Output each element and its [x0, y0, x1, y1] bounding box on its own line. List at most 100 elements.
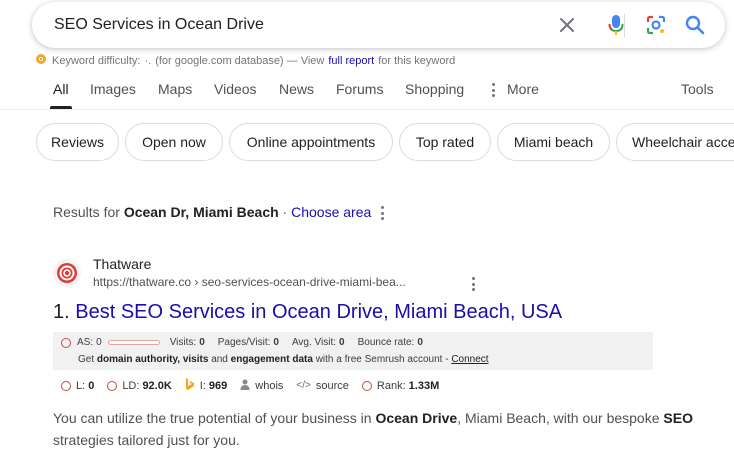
- whois-label: whois: [255, 379, 284, 392]
- cta-bold-1: domain authority, visits: [96, 354, 209, 365]
- semrush-ring-icon: [61, 337, 71, 348]
- bounce-rate-value: 0: [417, 337, 423, 348]
- connect-link[interactable]: Connect: [451, 354, 488, 365]
- chip-label: Miami beach: [513, 134, 594, 150]
- keyword-difficulty-line: Keyword difficulty: ·. (for google.com d…: [34, 52, 455, 69]
- keyword-difficulty-suffix: for this keyword: [378, 54, 456, 67]
- results-for-menu-icon[interactable]: [380, 206, 384, 220]
- results-for-line: Results for Ocean Dr, Miami Beach · Choo…: [53, 204, 371, 220]
- tab-forums[interactable]: Forums: [336, 81, 383, 97]
- result-title-link[interactable]: 1. Best SEO Services in Ocean Drive, Mia…: [53, 301, 562, 324]
- source-link[interactable]: </> source: [296, 380, 349, 392]
- result-site-name[interactable]: Thatware: [93, 256, 151, 272]
- semrush-panel: AS: 0 Visits: 0 Pages/Visit: 0 Avg. Visi…: [53, 332, 653, 370]
- result-number: 1.: [53, 301, 70, 323]
- whois-link[interactable]: whois: [240, 379, 283, 393]
- chip-label: Wheelchair acce: [632, 134, 734, 150]
- result-url[interactable]: https://thatware.co › seo-services-ocean…: [93, 275, 406, 289]
- full-report-link[interactable]: full report: [328, 55, 374, 67]
- metric-i[interactable]: I: 969: [185, 378, 227, 393]
- semrush-gear-icon: [34, 52, 48, 69]
- chip-label: Top rated: [415, 134, 475, 150]
- rank-ring-icon: [361, 380, 372, 391]
- chip-label: Reviews: [51, 134, 104, 150]
- avg-visit-value: 0: [339, 337, 345, 348]
- snippet-text-3: strategies tailored just for you.: [53, 432, 240, 448]
- tab-tools[interactable]: Tools: [681, 81, 714, 97]
- person-icon: [240, 379, 250, 393]
- results-for-separator: ·: [282, 204, 288, 220]
- as-label: AS:: [77, 337, 94, 348]
- tab-more[interactable]: More: [507, 81, 539, 97]
- camera-lens-icon[interactable]: [644, 13, 668, 37]
- metric-rank-label: Rank:: [376, 379, 406, 392]
- search-bar[interactable]: SEO Services in Ocean Drive: [32, 2, 725, 48]
- chip-open-now[interactable]: Open now: [125, 123, 223, 161]
- metric-l[interactable]: L: 0: [53, 380, 94, 392]
- bounce-rate-label: Bounce rate:: [357, 337, 415, 348]
- results-for-prefix: Results for: [53, 204, 120, 220]
- avg-visit-label: Avg. Visit:: [291, 337, 337, 348]
- chip-reviews[interactable]: Reviews: [36, 123, 119, 161]
- as-value: 0: [96, 337, 102, 348]
- pages-visit-label: Pages/Visit:: [217, 337, 271, 348]
- metric-l-label: L:: [76, 379, 86, 392]
- visits-value: 0: [199, 337, 205, 348]
- seo-metrics-row: L: 0 LD: 92.0K I: 969 whois </> source R…: [53, 378, 452, 393]
- result-title[interactable]: Best SEO Services in Ocean Drive, Miami …: [75, 301, 562, 323]
- metric-i-label: I:: [199, 379, 206, 392]
- choose-area-link[interactable]: Choose area: [291, 204, 371, 220]
- tab-images[interactable]: Images: [90, 81, 136, 97]
- snippet-bold-2: SEO: [663, 410, 693, 426]
- metric-rank-value: 1.33M: [408, 379, 440, 392]
- cta-get: Get: [78, 354, 95, 365]
- semrush-stats-row: AS: 0 Visits: 0 Pages/Visit: 0 Avg. Visi…: [61, 337, 423, 348]
- metric-l-value: 0: [88, 379, 95, 392]
- chip-online-appointments[interactable]: Online appointments: [229, 123, 393, 161]
- metric-rank[interactable]: Rank: 1.33M: [361, 379, 440, 392]
- bing-icon: [185, 378, 195, 393]
- metric-i-value: 969: [208, 379, 228, 392]
- result-snippet: You can utilize the true potential of yo…: [53, 407, 693, 451]
- metric-ld-value: 92.0K: [142, 379, 172, 392]
- tab-shopping[interactable]: Shopping: [405, 81, 464, 97]
- code-icon: </>: [296, 380, 311, 391]
- keyword-difficulty-label: Keyword difficulty:: [52, 54, 141, 67]
- semrush-cta: Get domain authority, visits and engagem…: [78, 354, 489, 365]
- snippet-bold-1: Ocean Drive: [375, 410, 458, 426]
- result-menu-icon[interactable]: [471, 277, 475, 291]
- links-ring-icon: [61, 380, 71, 391]
- source-label: source: [315, 379, 349, 392]
- tab-news[interactable]: News: [279, 81, 314, 97]
- site-favicon[interactable]: [53, 259, 81, 287]
- more-kebab-icon[interactable]: [491, 83, 495, 97]
- ld-ring-icon: [107, 380, 118, 391]
- keyword-difficulty-database: (for google.com database) — View: [155, 54, 325, 67]
- pages-visit-value: 0: [273, 337, 279, 348]
- visits-label: Visits:: [169, 337, 197, 348]
- results-for-location: Ocean Dr, Miami Beach: [123, 204, 279, 220]
- keyword-difficulty-value: ·.: [144, 54, 152, 67]
- tab-videos[interactable]: Videos: [214, 81, 257, 97]
- snippet-text-1: You can utilize the true potential of yo…: [53, 410, 372, 426]
- cta-rest: with a free Semrush account -: [315, 354, 449, 365]
- tab-all[interactable]: All: [53, 81, 69, 97]
- search-input[interactable]: SEO Services in Ocean Drive: [54, 16, 264, 34]
- chip-label: Open now: [142, 134, 206, 150]
- metric-ld-label: LD:: [122, 379, 140, 392]
- snippet-text-2: , Miami Beach, with our bespoke: [457, 410, 660, 426]
- cta-bold-2: engagement data: [230, 354, 313, 365]
- search-icon[interactable]: [683, 13, 707, 37]
- chip-top-rated[interactable]: Top rated: [399, 123, 491, 161]
- active-tab-indicator: [50, 106, 72, 109]
- chip-label: Online appointments: [246, 134, 376, 150]
- chip-miami-beach[interactable]: Miami beach: [497, 123, 610, 161]
- chip-wheelchair[interactable]: Wheelchair acce: [616, 123, 734, 161]
- authority-score-bar: [107, 340, 160, 345]
- cta-and: and: [211, 354, 228, 365]
- tab-maps[interactable]: Maps: [158, 81, 192, 97]
- metric-ld[interactable]: LD: 92.0K: [107, 379, 172, 392]
- clear-icon[interactable]: [555, 13, 579, 37]
- search-tabs: All Images Maps Videos News Forums Shopp…: [0, 70, 734, 110]
- microphone-icon[interactable]: [604, 13, 628, 37]
